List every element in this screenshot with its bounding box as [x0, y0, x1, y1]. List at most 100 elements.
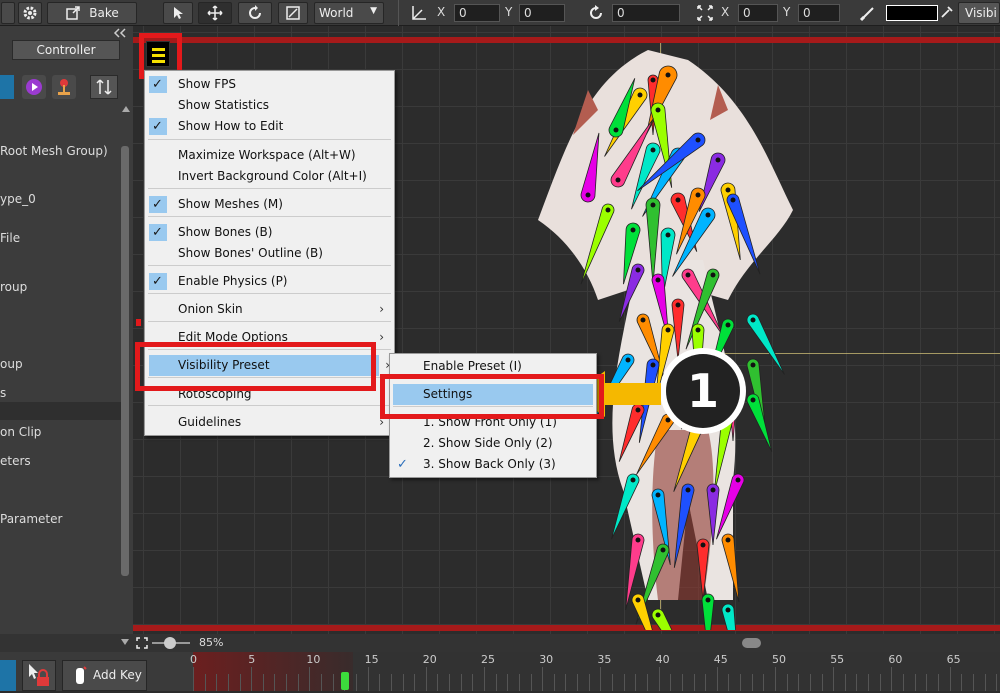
position-icon: [412, 6, 426, 20]
bone-joint: [640, 317, 646, 323]
pos-y-field[interactable]: 0: [519, 4, 565, 22]
collapse-icon[interactable]: [113, 28, 127, 38]
scrollbar[interactable]: [121, 146, 129, 576]
select-tool-icon[interactable]: [163, 2, 193, 24]
bone-joint: [655, 107, 661, 113]
menu-item-onion-skin[interactable]: Onion Skin ›: [145, 299, 394, 320]
menu-item-guidelines[interactable]: Guidelines ›: [145, 412, 394, 433]
scale-y-label: Y: [783, 5, 791, 19]
bone-joint: [625, 357, 631, 363]
bone-joint: [630, 227, 636, 233]
list-item[interactable]: ype_0: [0, 192, 36, 206]
playhead[interactable]: [341, 672, 349, 690]
timeline-tick-label: 15: [364, 653, 379, 666]
bone[interactable]: [721, 603, 739, 630]
timeline-tick: [809, 674, 811, 691]
export-icon: [66, 6, 80, 20]
menu-item-show-bones-b[interactable]: ✓ Show Bones (B): [145, 222, 394, 243]
scale-tool-icon[interactable]: [278, 2, 308, 24]
timeline-tick: [949, 667, 951, 691]
list-item[interactable]: on Clip: [0, 425, 41, 439]
timeline-tick: [309, 667, 311, 691]
menu-item-show-fps[interactable]: ✓ Show FPS: [145, 74, 394, 95]
list-item[interactable]: File: [0, 231, 20, 245]
sort-icon[interactable]: [90, 75, 118, 99]
zoom-slider-handle[interactable]: [164, 637, 176, 649]
timeline-tick: [367, 667, 369, 691]
menu-item-show-bones-outline-b[interactable]: Show Bones' Outline (B): [145, 243, 394, 264]
timeline-tick: [425, 667, 427, 691]
chevron-right-icon: ›: [379, 330, 384, 344]
highlight-box-visibility-preset: [135, 342, 376, 391]
list-item[interactable]: Root Mesh Group): [0, 144, 108, 158]
bone-joint: [650, 362, 656, 368]
timeline-tick-label: 50: [772, 653, 786, 666]
visibility-button[interactable]: Visibi: [958, 2, 1000, 24]
menu-item-label: Show How to Edit: [178, 119, 284, 133]
bone-joint: [700, 542, 706, 548]
move-tool-icon[interactable]: [198, 2, 232, 24]
space-select[interactable]: World ▼: [314, 2, 384, 24]
bone-joint: [705, 212, 711, 218]
joystick-icon[interactable]: [52, 75, 76, 99]
timeline-tick: [693, 674, 695, 691]
gear-icon[interactable]: [18, 2, 42, 24]
rotate-tool-icon[interactable]: [238, 2, 272, 24]
lock-key-icon[interactable]: [22, 660, 56, 691]
bone[interactable]: [651, 608, 698, 630]
menu-item-label: Invert Background Color (Alt+I): [178, 169, 367, 183]
timeline-tick: [297, 674, 299, 691]
timeline-tick: [204, 674, 206, 691]
scroll-up-icon[interactable]: [122, 106, 130, 112]
timeline-left-button[interactable]: [0, 660, 16, 691]
menu-item-invert-background-color-alt-i[interactable]: Invert Background Color (Alt+I): [145, 166, 394, 187]
eyedropper-icon[interactable]: [940, 5, 954, 19]
list-item[interactable]: roup: [0, 280, 27, 294]
scroll-down-icon[interactable]: [121, 639, 129, 645]
menu-item-enable-physics-p[interactable]: ✓ Enable Physics (P): [145, 271, 394, 292]
selected-row: [0, 402, 121, 420]
list-item[interactable]: Parameter: [0, 512, 62, 526]
bone-joint: [710, 487, 716, 493]
timeline-tick-label: 20: [422, 653, 437, 666]
scale-x-label: X: [721, 5, 730, 19]
scale-y-field[interactable]: 0: [798, 4, 840, 22]
timeline-tick: [833, 667, 835, 691]
fit-view-icon[interactable]: [136, 637, 148, 649]
list-item[interactable]: s: [0, 386, 6, 400]
timeline-tick-label: 5: [248, 653, 256, 666]
timeline-tick: [414, 674, 416, 691]
mesh-icon[interactable]: [0, 75, 14, 99]
menu-item-label: Onion Skin: [178, 302, 243, 316]
timeline-tick: [239, 674, 241, 691]
menu-item-show-how-to-edit[interactable]: ✓ Show How to Edit: [145, 116, 394, 137]
bone-joint: [725, 537, 731, 543]
submenu-item-2-show-side-only-2[interactable]: 2. Show Side Only (2): [390, 433, 596, 454]
scale-x-field[interactable]: 0: [738, 4, 778, 22]
character-rig[interactable]: [528, 40, 808, 630]
timeline-tick: [646, 674, 648, 691]
timeline-tick: [472, 674, 474, 691]
pos-x-field[interactable]: 0: [454, 4, 500, 22]
timeline-tick: [891, 667, 893, 691]
bake-button[interactable]: Bake: [47, 2, 137, 24]
menu-item-show-statistics[interactable]: Show Statistics: [145, 95, 394, 116]
controller-tab[interactable]: Controller: [12, 40, 120, 60]
list-item[interactable]: oup: [0, 357, 23, 371]
animation-icon[interactable]: [22, 75, 46, 99]
menu-item-maximize-workspace-alt-w[interactable]: Maximize Workspace (Alt+W): [145, 145, 394, 166]
horizontal-scroll-thumb[interactable]: [742, 638, 761, 648]
bone[interactable]: [746, 393, 773, 452]
key-icon: [76, 666, 87, 684]
color-swatch[interactable]: [886, 5, 938, 21]
toolbar-left-button[interactable]: [1, 2, 15, 24]
menu-item-show-meshes-m[interactable]: ✓ Show Meshes (M): [145, 194, 394, 215]
chevron-right-icon: ›: [379, 302, 384, 316]
submenu-item-3-show-back-only-3[interactable]: ✓ 3. Show Back Only (3): [390, 454, 596, 475]
timeline-tick: [600, 667, 602, 691]
add-key-button[interactable]: Add Key: [62, 660, 147, 691]
bone-joint: [695, 137, 701, 143]
rotation-field[interactable]: 0: [612, 4, 680, 22]
timeline-tick: [577, 674, 579, 691]
list-item[interactable]: eters: [0, 454, 31, 468]
